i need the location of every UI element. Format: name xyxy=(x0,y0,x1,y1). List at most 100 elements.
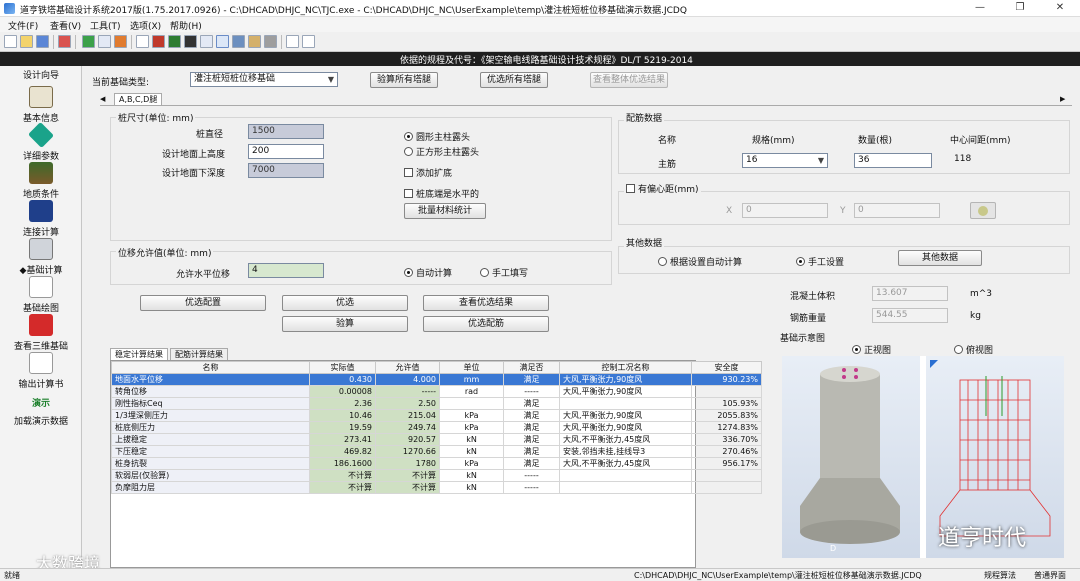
tab-stability-results[interactable]: 稳定计算结果 xyxy=(110,348,168,360)
nav-foundation-drawing[interactable]: 基础绘图 xyxy=(0,276,82,314)
check-all-legs-button[interactable]: 验算所有塔腿 xyxy=(370,72,438,88)
col-actual[interactable]: 实际值 xyxy=(309,361,376,374)
book-icon[interactable] xyxy=(152,35,165,48)
result-row[interactable]: 负摩阻力层 不计算 不计算 kN ----- xyxy=(111,481,762,494)
cursor-icon[interactable] xyxy=(216,35,229,48)
col-condition[interactable]: 控制工况名称 xyxy=(559,361,692,374)
book-icon xyxy=(29,86,53,108)
optimize-config-button[interactable]: 优选配置 xyxy=(140,295,266,311)
result-row[interactable]: 地面水平位移 0.430 4.000 mm 满足 大风,平衡张力,90度风 930.23% xyxy=(111,373,762,386)
add-bell-bottom-checkbox[interactable]: 添加扩底 xyxy=(404,166,452,179)
above-ground-field[interactable]: 200 xyxy=(248,144,324,159)
round-column-radio[interactable]: 圆形主柱露头 xyxy=(404,130,470,143)
copy-icon[interactable] xyxy=(136,35,149,48)
cell-condition: 大风,平衡张力,90度风 xyxy=(559,421,692,434)
top-view-radio[interactable]: 俯视图 xyxy=(954,343,993,356)
manual-fill-radio[interactable]: 手工填写 xyxy=(480,266,528,279)
tab-rebar-results[interactable]: 配筋计算结果 xyxy=(170,348,228,360)
result-row[interactable]: 下压稳定 469.82 1270.66 kN 满足 安装,邻挡未挂,挂线导3 270.46% xyxy=(111,445,762,458)
col-unit[interactable]: 单位 xyxy=(439,361,504,374)
result-row[interactable]: 1/3埋深侧压力 10.46 215.04 kPa 满足 大风,平衡张力,90度风 2055… xyxy=(111,409,762,422)
below-ground-field[interactable]: 7000 xyxy=(248,163,324,178)
result-row[interactable]: 上拔稳定 273.41 920.57 kN 满足 大风,不平衡张力,45度风 336.70% xyxy=(111,433,762,446)
nav-geology[interactable]: 地质条件 xyxy=(0,162,82,200)
col-name[interactable]: 名称 xyxy=(111,361,310,374)
optimize-rebar-button[interactable]: 优选配筋 xyxy=(423,316,549,332)
optimize-button[interactable]: 优选 xyxy=(282,295,408,311)
save-icon[interactable] xyxy=(36,35,49,48)
result-row[interactable]: 桩身抗裂 186.1600 1780 kPa 满足 大风,不平衡张力,45度风 956.17… xyxy=(111,457,762,470)
cell-satisfied: 满足 xyxy=(503,421,560,434)
other-data-button[interactable]: 其他数据 xyxy=(898,250,982,266)
menu-options[interactable]: 选项(X) xyxy=(130,19,161,32)
image-icon[interactable] xyxy=(168,35,181,48)
menu-help[interactable]: 帮助(H) xyxy=(170,19,202,32)
watermark-right: 道亨时代 xyxy=(938,526,1027,551)
auto-setting-radio[interactable]: 根据设置自动计算 xyxy=(658,255,742,268)
cell-unit: kPa xyxy=(439,409,504,422)
print-icon[interactable] xyxy=(58,35,71,48)
minimize-button[interactable]: — xyxy=(960,0,1000,17)
nav-basic-info[interactable]: 基本信息 xyxy=(0,86,82,124)
result-row[interactable]: 桩底侧压力 19.59 249.74 kPa 满足 大风,平衡张力,90度风 1274.83… xyxy=(111,421,762,434)
col-safety[interactable]: 安全度 xyxy=(691,361,762,374)
rebar-count-field[interactable]: 36 xyxy=(854,153,932,168)
mark-icon[interactable] xyxy=(98,35,111,48)
batch-material-button[interactable]: 批量材料统计 xyxy=(404,203,486,219)
new-icon[interactable] xyxy=(4,35,17,48)
allow-displacement-field[interactable]: 4 xyxy=(248,263,324,278)
ecc-x-field[interactable]: 0 xyxy=(742,203,828,218)
flat-bottom-checkbox[interactable]: 桩底端是水平的 xyxy=(404,187,479,200)
cell-satisfied: ----- xyxy=(503,469,560,482)
tab-legs-abcd[interactable]: A,B,C,D腿 xyxy=(114,93,163,105)
close-button[interactable]: ✕ xyxy=(1040,0,1080,17)
question-icon[interactable] xyxy=(302,35,315,48)
nav-view-3d[interactable]: 查看三维基础 xyxy=(0,314,82,352)
nav-foundation-calc[interactable]: ◆基础计算 xyxy=(0,238,82,276)
result-row[interactable]: 刚性指标Ceq 2.36 2.50 满足 105.93% xyxy=(111,397,762,410)
manual-setting-radio[interactable]: 手工设置 xyxy=(796,255,844,268)
report-icon[interactable] xyxy=(184,35,197,48)
nav-output-report[interactable]: 输出计算书 xyxy=(0,352,82,390)
col-satisfied[interactable]: 满足否 xyxy=(503,361,560,374)
result-row[interactable]: 软弱层(仅验算) 不计算 不计算 kN ----- xyxy=(111,469,762,482)
tab-scroll-left-icon[interactable]: ◀ xyxy=(100,95,105,103)
view-overall-results-button[interactable]: 查看整体优选结果 xyxy=(590,72,668,88)
notes-icon[interactable] xyxy=(248,35,261,48)
tab-scroll-right-icon[interactable]: ▶ xyxy=(1060,95,1065,103)
cell-safety: 2055.83% xyxy=(691,409,762,422)
result-row[interactable]: 转角位移 0.00008 ----- rad ----- 大风,平衡张力,90度风 xyxy=(111,385,762,398)
menu-view[interactable]: 查看(V) xyxy=(50,19,81,32)
maximize-button[interactable]: ❐ xyxy=(1000,0,1040,17)
menu-file[interactable]: 文件(F) xyxy=(8,19,38,32)
col-allowed[interactable]: 允许值 xyxy=(375,361,440,374)
help-icon[interactable] xyxy=(286,35,299,48)
ecc-y-field[interactable]: 0 xyxy=(854,203,940,218)
optimize-all-legs-button[interactable]: 优选所有塔腿 xyxy=(480,72,548,88)
cell-condition xyxy=(559,481,692,494)
connection-icon xyxy=(29,200,53,222)
settings-icon[interactable] xyxy=(264,35,277,48)
pile-diameter-field[interactable]: 1500 xyxy=(248,124,324,139)
view-optimize-results-button[interactable]: 查看优选结果 xyxy=(423,295,549,311)
eccentricity-checkbox[interactable]: 有偏心距(mm) xyxy=(624,182,701,195)
bars-icon[interactable] xyxy=(232,35,245,48)
nav-connection-calc[interactable]: 连接计算 xyxy=(0,200,82,238)
rebar-spec-select[interactable]: 16 ▼ xyxy=(742,153,828,168)
tower-icon[interactable] xyxy=(114,35,127,48)
results-body: 地面水平位移 0.430 4.000 mm 满足 大风,平衡张力,90度风 930.23% 转… xyxy=(111,373,762,494)
open-icon[interactable] xyxy=(20,35,33,48)
auto-calc-radio[interactable]: 自动计算 xyxy=(404,266,452,279)
ecc-help-button[interactable] xyxy=(970,202,996,219)
nav-detail-params[interactable]: 详细参数 xyxy=(0,121,82,162)
check-button[interactable]: 验算 xyxy=(282,316,408,332)
square-column-radio[interactable]: 正方形主柱露头 xyxy=(404,145,479,158)
menu-tools[interactable]: 工具(T) xyxy=(90,19,121,32)
chart-icon[interactable] xyxy=(200,35,213,48)
front-view-radio[interactable]: 正视图 xyxy=(852,343,891,356)
foundation-type-select[interactable]: 灌注桩短桩位移基础 ▼ xyxy=(190,72,338,87)
cell-name: 下压稳定 xyxy=(111,445,310,458)
load-demo-link[interactable]: 加载演示数据 xyxy=(0,414,82,427)
calc-icon[interactable] xyxy=(82,35,95,48)
cell-unit: kN xyxy=(439,445,504,458)
